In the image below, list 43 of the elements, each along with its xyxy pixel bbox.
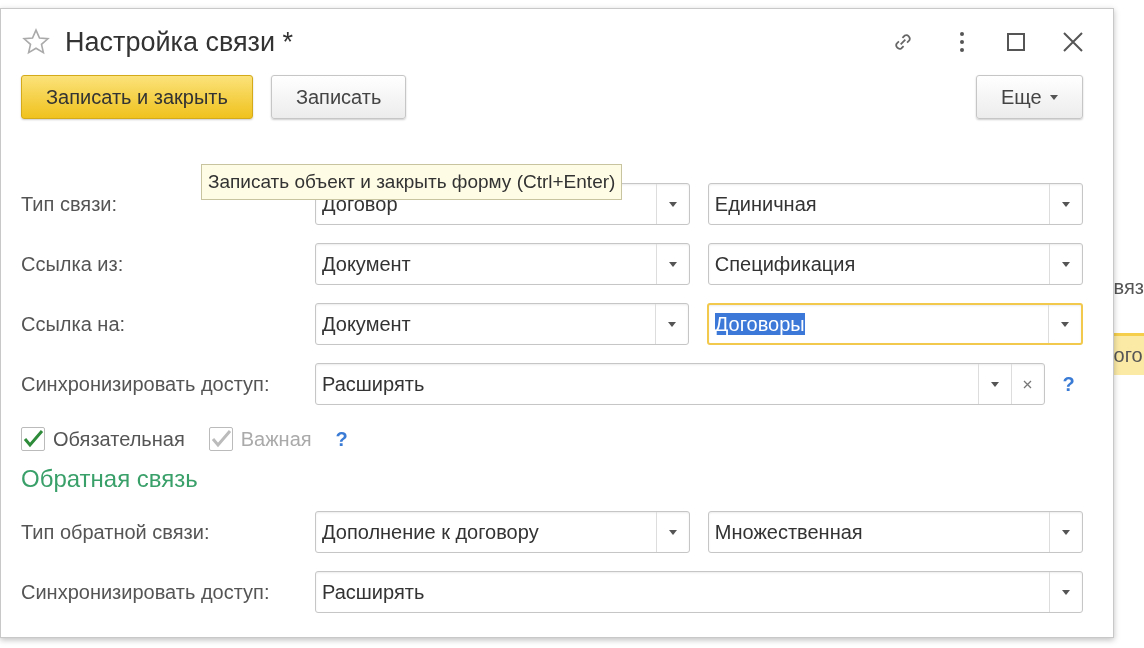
dropdown-field[interactable]: Расширять	[315, 363, 1045, 405]
help-link[interactable]: ?	[335, 427, 356, 451]
save-and-close-button[interactable]: Записать и закрыть	[21, 75, 253, 119]
field-label: Синхронизировать доступ:	[21, 372, 271, 396]
caret-icon[interactable]	[1061, 261, 1070, 267]
checkbox-label: Обязательная	[53, 427, 185, 451]
section-title: Обратная связь	[21, 465, 199, 493]
tooltip: Записать объект и закрыть форму (Ctrl+Enter)	[201, 164, 623, 200]
dropdown-field[interactable]: Множественная	[707, 511, 1083, 553]
save-button[interactable]: Записать	[270, 75, 407, 119]
more-icon[interactable]	[958, 31, 965, 53]
field-label: Ссылка на:	[21, 312, 127, 336]
star-icon[interactable]	[21, 27, 51, 57]
checkbox-label: Важная	[240, 427, 312, 451]
checkbox[interactable]	[21, 427, 45, 451]
dropdown-field[interactable]: Расширять	[315, 571, 1083, 613]
close-icon[interactable]	[1062, 32, 1083, 52]
caret-icon[interactable]	[1060, 321, 1069, 327]
field-label: Тип обратной связи:	[21, 520, 211, 544]
clear-icon[interactable]	[1023, 379, 1033, 389]
dropdown-field[interactable]: Документ	[315, 243, 690, 285]
help-link[interactable]: ?	[1062, 372, 1083, 396]
caret-icon[interactable]	[990, 381, 999, 387]
dropdown-field[interactable]: Единичная	[707, 183, 1083, 225]
field-label: Ссылка из:	[21, 252, 125, 276]
dropdown-field[interactable]: Документ	[315, 303, 689, 345]
caret-icon[interactable]	[668, 529, 677, 535]
caret-icon[interactable]	[668, 261, 677, 267]
maximize-icon[interactable]	[1006, 33, 1025, 51]
more-button[interactable]: Еще	[975, 75, 1083, 119]
caret-icon[interactable]	[667, 321, 676, 327]
field-label: Тип связи:	[21, 192, 119, 216]
caret-icon[interactable]	[668, 201, 677, 207]
window-title: Настройка связи *	[65, 26, 295, 58]
caret-icon[interactable]	[1061, 529, 1070, 535]
dropdown-field[interactable]: Договоры	[706, 303, 1083, 345]
dropdown-field[interactable]: Спецификация	[707, 243, 1083, 285]
background-text: вяз	[1113, 275, 1144, 300]
caret-icon[interactable]	[1061, 589, 1070, 595]
caret-icon[interactable]	[1061, 201, 1070, 207]
background-text: ого	[1113, 333, 1144, 375]
field-label: Синхронизировать доступ:	[21, 580, 271, 604]
dropdown-field[interactable]: Дополнение к договору	[315, 511, 690, 553]
